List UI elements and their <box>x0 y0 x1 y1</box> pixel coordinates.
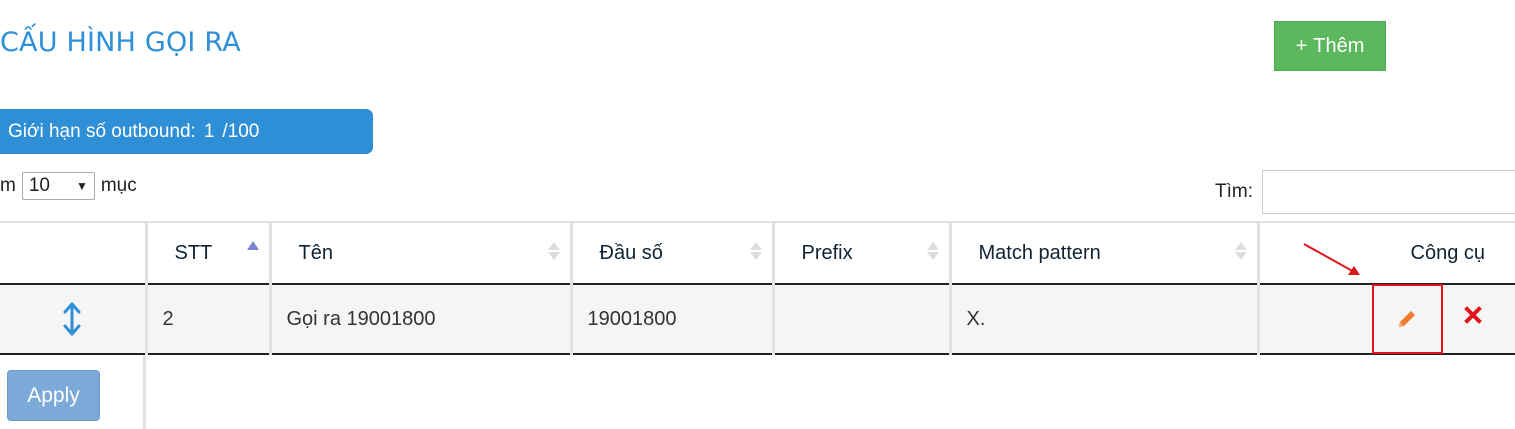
plus-icon: + <box>1295 34 1308 57</box>
cell-tools <box>1258 284 1515 355</box>
add-button[interactable]: + Thêm <box>1274 21 1386 71</box>
outbound-table: STT Tên Đầu số Prefix Match pattern Công… <box>0 221 1515 355</box>
column-header-match-pattern[interactable]: Match pattern <box>950 221 1260 285</box>
table-row: 2 Gọi ra 19001800 19001800 X. <box>0 284 1515 355</box>
page-length-select[interactable]: 10 ▼ <box>21 172 95 200</box>
cell-match-pattern: X. <box>950 284 1260 355</box>
page-length-suffix: mục <box>100 175 137 196</box>
edit-icon <box>1399 311 1415 327</box>
outbound-limit-label: Giới hạn số outbound: <box>8 120 196 142</box>
table-footer-area: Apply <box>0 355 1515 429</box>
column-header-prefix[interactable]: Prefix <box>773 221 952 285</box>
column-header-name[interactable]: Tên <box>270 221 573 285</box>
edit-button[interactable] <box>1371 284 1443 354</box>
add-button-label: Thêm <box>1313 34 1365 57</box>
column-header-number[interactable]: Đầu số <box>571 221 775 285</box>
table-header-row: STT Tên Đầu số Prefix Match pattern Công… <box>0 221 1515 285</box>
page-title: CẤU HÌNH GỌI RA <box>0 27 241 58</box>
column-header-stt[interactable]: STT <box>146 221 272 285</box>
column-divider <box>143 355 146 429</box>
column-header-tools: Công cụ <box>1258 221 1515 285</box>
cell-prefix <box>773 284 952 355</box>
caret-down-icon: ▼ <box>75 179 88 193</box>
outbound-limit-value: 1 <box>203 120 215 142</box>
drag-handle-cell[interactable] <box>0 284 148 355</box>
page-length-control: m 10 ▼ mục <box>0 171 137 201</box>
sort-icon <box>547 242 560 260</box>
search-control: Tìm: <box>1215 170 1515 214</box>
annotation-arrow-icon <box>1303 243 1360 275</box>
search-label: Tìm: <box>1215 181 1253 202</box>
cell-stt: 2 <box>146 284 272 355</box>
sort-icon <box>1234 242 1247 260</box>
cell-number: 19001800 <box>571 284 775 355</box>
move-vertical-icon[interactable] <box>0 285 145 353</box>
sort-icon <box>926 242 939 260</box>
search-input[interactable] <box>1262 170 1515 214</box>
outbound-limit-max: /100 <box>222 120 260 142</box>
sort-icon <box>749 242 762 260</box>
page-length-value: 10 <box>28 175 50 196</box>
apply-button[interactable]: Apply <box>7 370 100 421</box>
page-length-prefix: m <box>0 175 16 196</box>
sort-asc-icon <box>246 241 259 250</box>
cell-name: Gọi ra 19001800 <box>270 284 573 355</box>
column-header-drag <box>0 221 148 285</box>
delete-icon[interactable] <box>1463 305 1483 331</box>
outbound-limit-badge: Giới hạn số outbound: 1 /100 <box>0 109 373 154</box>
